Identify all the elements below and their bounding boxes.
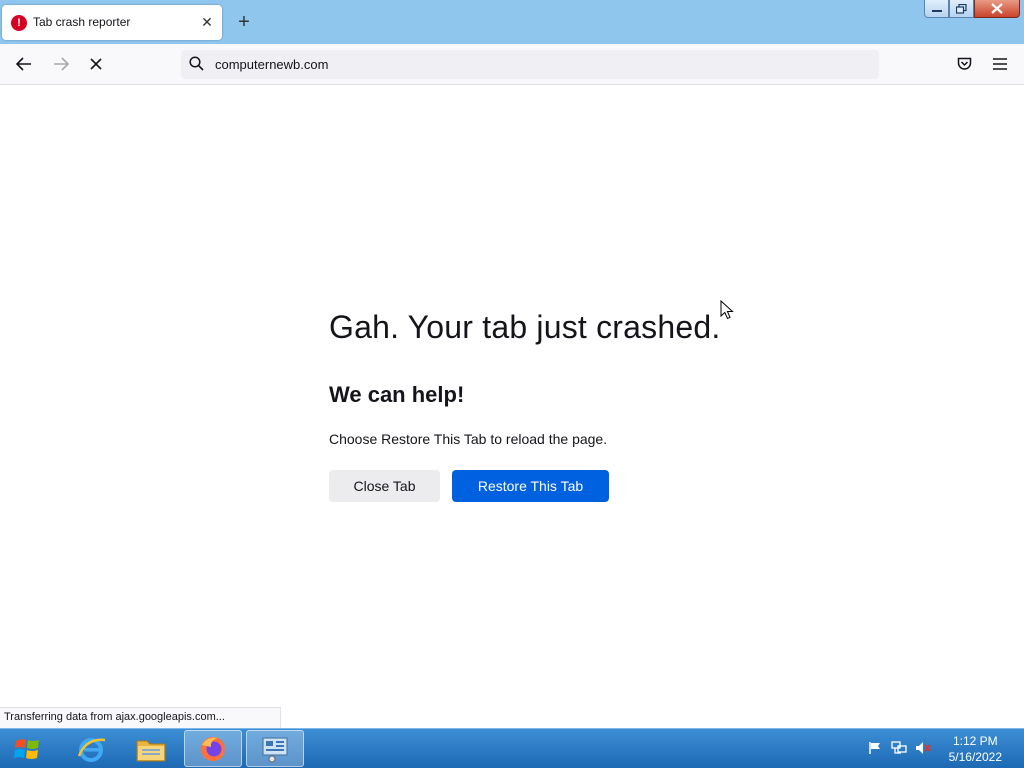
window-controls [924, 0, 1020, 20]
action-center-flag-icon[interactable] [866, 739, 884, 757]
folder-icon [136, 740, 166, 761]
forward-arrow-icon[interactable] [51, 54, 71, 74]
navigation-bar: computernewb.com [0, 44, 1024, 85]
crash-headline: Gah. Your tab just crashed. [329, 309, 721, 345]
system-clock[interactable]: 1:12 PM 5/16/2022 [949, 733, 1002, 765]
clock-date: 5/16/2022 [948, 750, 1002, 764]
taskbar: 1:12 PM 5/16/2022 [0, 728, 1024, 768]
restore-button[interactable] [949, 0, 974, 18]
search-icon [189, 56, 204, 76]
help-heading: We can help! [329, 382, 465, 407]
title-bar: ! Tab crash reporter ✕ + [0, 0, 1024, 44]
tab-close-icon[interactable]: ✕ [200, 13, 214, 31]
control-panel-icon [262, 736, 288, 762]
firefox-taskbar-button[interactable] [184, 730, 242, 767]
close-tab-button[interactable]: Close Tab [329, 470, 440, 502]
stop-loading-icon[interactable] [86, 54, 106, 74]
minimize-button[interactable] [924, 0, 949, 18]
url-text[interactable]: computernewb.com [215, 57, 328, 72]
crash-page: Gah. Your tab just crashed. We can help!… [0, 85, 1024, 728]
firefox-icon [201, 736, 225, 761]
clock-time: 1:12 PM [952, 734, 998, 748]
file-explorer-taskbar-button[interactable] [122, 730, 180, 767]
start-button[interactable] [6, 732, 48, 766]
internet-explorer-taskbar-button[interactable] [62, 730, 120, 767]
tab-crash-reporter[interactable]: ! Tab crash reporter ✕ [2, 5, 222, 40]
menu-icon[interactable] [990, 54, 1010, 74]
error-icon: ! [11, 15, 27, 31]
restore-tab-button[interactable]: Restore This Tab [452, 470, 609, 502]
windows-logo-icon [14, 739, 39, 759]
address-bar[interactable]: computernewb.com [181, 50, 879, 79]
new-tab-button[interactable]: + [234, 12, 254, 32]
tab-title: Tab crash reporter [33, 15, 131, 29]
pocket-icon[interactable] [954, 54, 974, 74]
control-panel-taskbar-button[interactable] [246, 730, 304, 767]
back-arrow-icon[interactable] [14, 54, 34, 74]
restore-instructions: Choose Restore This Tab to reload the pa… [329, 431, 608, 447]
volume-muted-icon[interactable] [914, 739, 932, 757]
network-icon[interactable] [890, 739, 908, 757]
close-window-button[interactable] [974, 0, 1020, 18]
mouse-cursor-icon [720, 299, 734, 325]
status-bar: Transferring data from ajax.googleapis.c… [0, 707, 281, 728]
internet-explorer-icon [77, 737, 106, 762]
